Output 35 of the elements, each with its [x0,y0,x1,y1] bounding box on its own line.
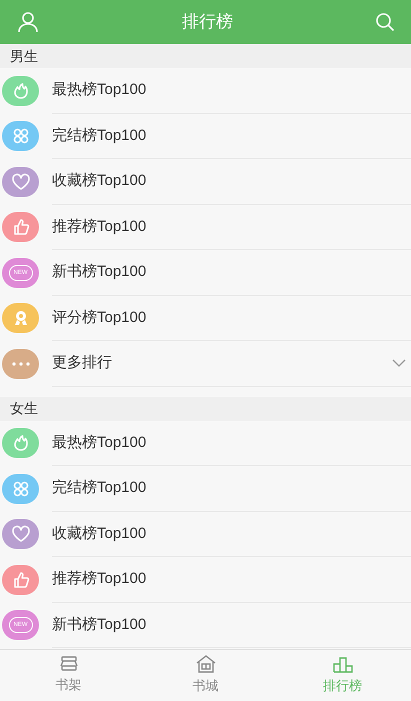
flame-icon [12,82,30,100]
flame-icon [12,434,30,452]
heart-icon [10,172,30,191]
ranking-label: 收藏榜Top100 [52,524,146,544]
ranking-item[interactable]: 推荐榜Top100 [0,204,411,250]
ranking-item[interactable]: 完结榜Top100 [0,114,411,159]
ranking-label: 完结榜Top100 [52,478,146,498]
ranking-label: 最热榜Top100 [52,432,146,452]
ranking-label: 完结榜Top100 [52,126,146,146]
house-icon [194,655,216,674]
page-title: 排行榜 [182,11,233,34]
ranking-label: 最热榜Top100 [52,80,146,100]
heart-icon [10,525,30,544]
dots-icon [10,360,30,367]
thumbs-up-icon [12,218,30,236]
ranking-label: 推荐榜Top100 [52,216,146,236]
ranking-label: 新书榜Top100 [52,262,146,282]
section-title: 女生 [10,399,38,418]
search-icon[interactable] [375,12,395,32]
ranking-item[interactable]: 最热榜Top100 [0,420,411,466]
ranking-item[interactable]: 收藏榜Top100 [0,512,411,557]
thumbs-up-icon [12,570,30,589]
ranking-label: 推荐榜Top100 [52,569,146,589]
section-title: 男生 [10,46,38,66]
circles-icon [12,127,30,146]
shelf-icon [58,656,78,672]
podium-icon [332,655,354,674]
chevron-icon[interactable] [391,358,407,368]
ranking-label: 更多排行 [52,353,112,373]
circles-icon [12,480,30,498]
user-icon[interactable] [16,10,40,34]
ranking-label: 收藏榜Top100 [52,171,146,191]
ranking-label: 评分榜Top100 [52,308,146,328]
ranking-item[interactable]: 评分榜Top100 [0,296,411,341]
ranking-label: 新书榜Top100 [52,614,146,634]
